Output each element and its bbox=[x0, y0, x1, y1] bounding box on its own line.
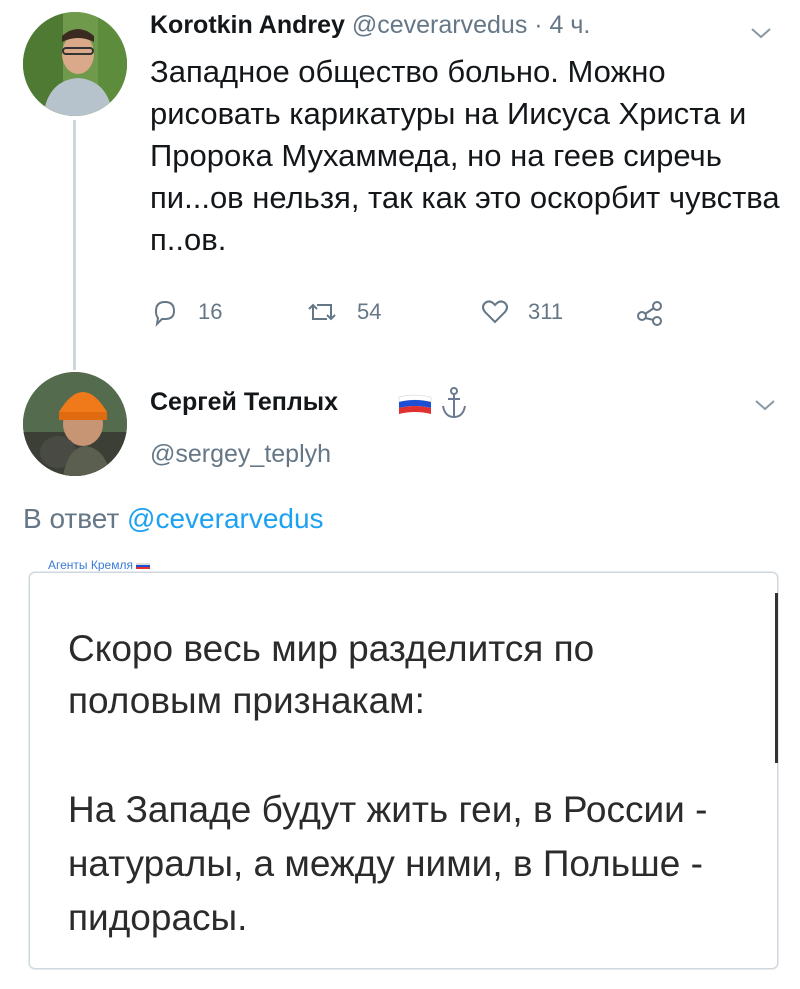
tweet1-actions: 16 54 311 bbox=[150, 292, 710, 332]
tweet1-author-name[interactable]: Korotkin Andrey bbox=[150, 11, 345, 39]
retweet-button[interactable]: 54 bbox=[305, 292, 381, 332]
avatar-teplyh-image bbox=[23, 372, 127, 476]
attached-image[interactable]: Скоро весь мир разделится по половым при… bbox=[29, 572, 778, 969]
reply-to-handle-link[interactable]: @ceverarvedus bbox=[127, 503, 324, 534]
tweet2-author-line: Сергей Теплых bbox=[150, 388, 338, 417]
like-icon bbox=[482, 300, 508, 324]
image-paragraph-2: На Западе будут жить геи, в России - нат… bbox=[68, 789, 708, 938]
tweet1-time[interactable]: · 4 ч. bbox=[534, 11, 590, 39]
avatar-teplyh[interactable] bbox=[23, 372, 127, 476]
image-scrollbar bbox=[775, 593, 778, 763]
russian-flag-icon bbox=[136, 562, 151, 569]
retweet-icon bbox=[308, 303, 336, 321]
watermark-text: Агенты Кремля bbox=[48, 558, 133, 572]
share-icon bbox=[637, 301, 662, 326]
russian-flag-icon bbox=[398, 394, 432, 414]
chevron-down-icon[interactable] bbox=[748, 24, 774, 42]
like-count: 311 bbox=[528, 299, 564, 324]
avatar-korotkin[interactable] bbox=[23, 12, 127, 116]
tweet1-header: Korotkin Andrey @ceverarvedus · 4 ч. bbox=[150, 11, 590, 40]
reply-icon bbox=[154, 300, 176, 327]
chevron-down-icon[interactable] bbox=[752, 396, 778, 414]
retweet-count: 54 bbox=[357, 299, 382, 324]
avatar-korotkin-image bbox=[23, 12, 127, 116]
tweet1-handle[interactable]: @ceverarvedus bbox=[352, 11, 527, 39]
image-paragraph-1: Скоро весь мир разделится по половым при… bbox=[68, 628, 595, 721]
anchor-icon bbox=[442, 387, 466, 419]
image-watermark: Агенты Кремля bbox=[48, 558, 151, 572]
reply-button[interactable]: 16 bbox=[150, 292, 222, 332]
thread-connector-line bbox=[73, 120, 76, 370]
reply-to-line: В ответ @ceverarvedus bbox=[23, 503, 324, 535]
like-button[interactable]: 311 bbox=[480, 292, 563, 332]
reply-to-label: В ответ bbox=[23, 503, 120, 534]
share-button[interactable] bbox=[635, 292, 665, 332]
tweet2-handle[interactable]: @sergey_teplyh bbox=[150, 440, 331, 469]
reply-count: 16 bbox=[198, 299, 223, 324]
tweet2-author-name[interactable]: Сергей Теплых bbox=[150, 388, 338, 416]
tweet1-text: Западное общество больно. Можно рисовать… bbox=[150, 54, 780, 257]
